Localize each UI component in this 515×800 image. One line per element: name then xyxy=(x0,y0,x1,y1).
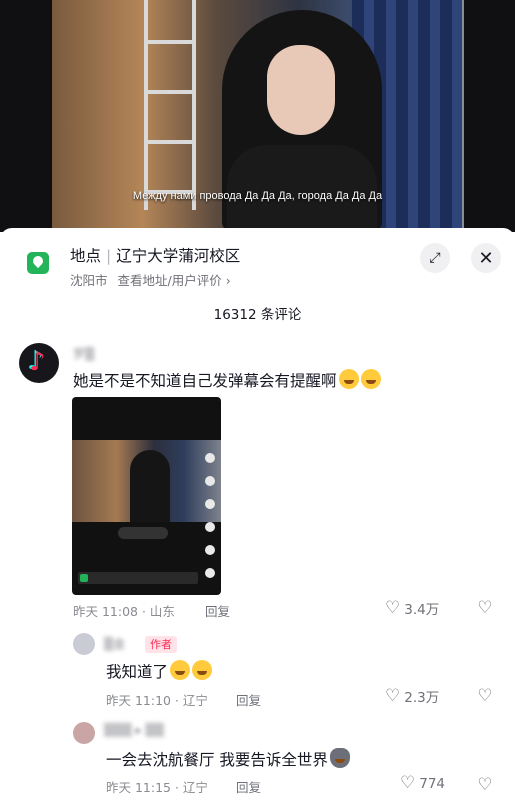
heart-icon: ♡ xyxy=(400,773,416,793)
heart-icon: ♡ xyxy=(385,685,401,706)
comment-image-side-icons xyxy=(202,453,218,578)
location-subtitle[interactable]: 沈阳市 查看地址/用户评价 › xyxy=(70,270,231,289)
like-count: 2.3万 xyxy=(404,690,440,706)
reply-button[interactable]: 回复 xyxy=(205,601,230,620)
like-button[interactable]: ♡ 3.4万 xyxy=(385,598,439,618)
smirk-emoji-icon xyxy=(192,660,213,680)
video-player[interactable]: Между нами провода Да Да Да, города Да Д… xyxy=(0,0,515,232)
comment-text: 她是不是不知道自己发弹幕会有提醒啊 xyxy=(73,369,381,391)
reply-button[interactable]: 回复 xyxy=(236,777,261,796)
dislike-icon[interactable]: ♡ xyxy=(475,687,495,705)
comment-text: 一会去沈航餐厅 我要告诉全世界 xyxy=(106,748,350,770)
dislike-icon[interactable]: ♡ xyxy=(475,599,495,617)
comment-username[interactable]: 罗▒ xyxy=(73,345,94,362)
location-label: 地点 xyxy=(70,247,102,265)
close-icon: ✕ xyxy=(478,247,494,269)
comment-image[interactable] xyxy=(72,397,221,595)
comment-image-location-bar xyxy=(78,572,198,584)
location-pin-icon xyxy=(27,252,49,274)
video-subtitle: Между нами провода Да Да Да, города Да Д… xyxy=(132,190,383,202)
like-button[interactable]: ♡ 2.3万 xyxy=(385,686,439,706)
expand-icon: ⤢ xyxy=(429,250,441,266)
like-count: 774 xyxy=(419,775,446,792)
comment-username[interactable]: ▒金 xyxy=(104,635,125,652)
expand-button[interactable]: ⤢ xyxy=(420,243,450,273)
comment-image-pill xyxy=(118,527,168,539)
location-title[interactable]: 地点 | 辽宁大学蒲河校区 xyxy=(70,244,240,266)
reply-button[interactable]: 回复 xyxy=(236,690,261,709)
comment-text-content: 我知道了 xyxy=(106,663,169,681)
person-body xyxy=(227,145,377,232)
comment-time-location: 昨天 11:10 · 辽宁 xyxy=(106,693,208,708)
avatar[interactable] xyxy=(19,343,59,383)
location-separator: | xyxy=(106,247,112,265)
comment-count: 16312 条评论 xyxy=(213,307,302,323)
comment-image-video-frame xyxy=(72,440,221,522)
heart-icon: ♡ xyxy=(385,597,401,618)
close-button[interactable]: ✕ xyxy=(471,243,501,273)
like-count: 3.4万 xyxy=(404,602,440,618)
comment-time-location: 昨天 11:08 · 山东 xyxy=(73,604,175,619)
location-city: 沈阳市 xyxy=(70,273,108,288)
cat-emoji-icon xyxy=(329,748,350,768)
person-face xyxy=(267,45,335,135)
avatar[interactable] xyxy=(73,722,95,744)
avatar[interactable] xyxy=(73,633,95,655)
comment-text-content: 她是不是不知道自己发弹幕会有提醒啊 xyxy=(73,372,337,390)
comment-text: 我知道了 xyxy=(106,660,213,682)
location-links[interactable]: 查看地址/用户评价 › xyxy=(118,273,231,288)
like-button[interactable]: ♡ 774 xyxy=(400,775,445,792)
comment-username[interactable]: ▒▒▒ ▸ ▒▒ xyxy=(104,723,164,737)
crying-laughing-emoji-icon xyxy=(360,369,381,389)
shelf-rack xyxy=(144,0,196,210)
comment-time-location: 昨天 11:15 · 辽宁 xyxy=(106,780,208,795)
dislike-icon[interactable]: ♡ xyxy=(475,776,495,794)
location-name: 辽宁大学蒲河校区 xyxy=(116,247,241,265)
smile-emoji-icon xyxy=(170,660,191,680)
comment-text-content: 一会去沈航餐厅 我要告诉全世界 xyxy=(106,751,328,769)
crying-laughing-emoji-icon xyxy=(338,369,359,389)
author-badge: 作者 xyxy=(145,636,177,653)
